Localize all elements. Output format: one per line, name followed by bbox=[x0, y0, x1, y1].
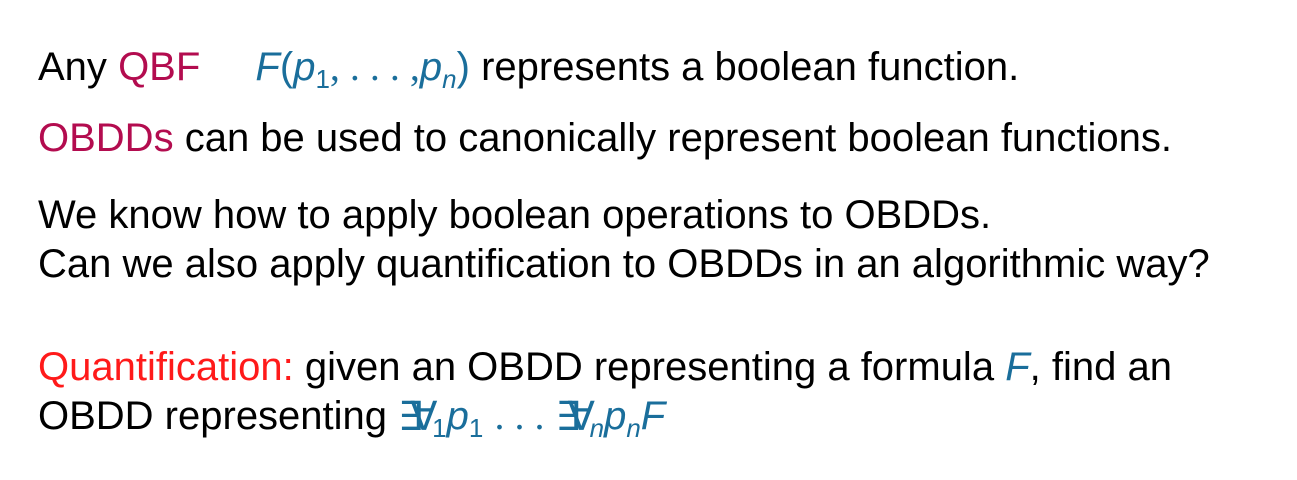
quantified-expression: ∃ ∀ 1p1 . . . ∃ ∀ npnF bbox=[398, 393, 666, 443]
definition-text: given an OBDD representing a formula bbox=[304, 345, 995, 389]
represents-text: represents a boolean function. bbox=[481, 45, 1020, 89]
obdd-representing-text: OBDD representing bbox=[38, 394, 388, 438]
line-quantification-definition: Quantification: given an OBDD representi… bbox=[38, 343, 1172, 391]
exists-forall-symbol-n: ∃ ∀ bbox=[555, 395, 595, 439]
formula-F: F bbox=[1005, 345, 1030, 389]
exists-forall-symbol-1: ∃ ∀ bbox=[398, 395, 438, 439]
formula-expression: F(p1, . . . ,pn) bbox=[255, 44, 470, 94]
line-quantified-formula: OBDD representing ∃ ∀ 1p1 . . . ∃ ∀ npnF bbox=[38, 392, 666, 443]
find-an-text: , find an bbox=[1029, 345, 1172, 389]
any-text: Any bbox=[38, 45, 107, 89]
quantification-label: Quantification: bbox=[38, 345, 294, 389]
line-qbf-statement: Any QBF F(p1, . . . ,pn) represents a bo… bbox=[38, 43, 1020, 94]
line-obdds-statement: OBDDs can be used to canonically represe… bbox=[38, 114, 1172, 162]
line-quantification-question: Can we also apply quantification to OBDD… bbox=[38, 242, 1210, 286]
obdds-rest-text: can be used to canonically represent boo… bbox=[184, 116, 1173, 160]
qbf-term: QBF bbox=[118, 45, 201, 89]
obdds-term: OBDDs bbox=[38, 116, 174, 160]
line-apply-operations: We know how to apply boolean operations … bbox=[38, 193, 992, 237]
